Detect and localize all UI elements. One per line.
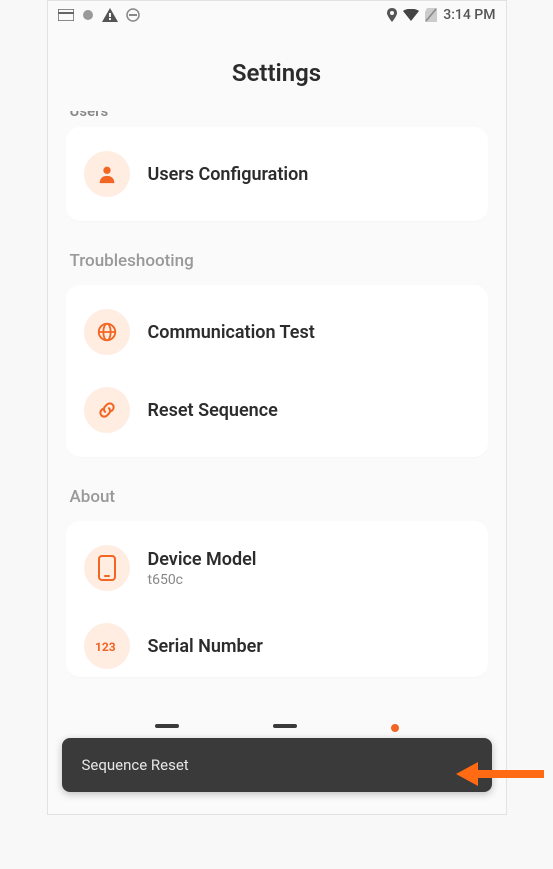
dot-icon (82, 9, 94, 21)
status-bar: 3:14 PM (48, 1, 506, 29)
location-icon (387, 8, 397, 22)
troubleshooting-card: Communication Test Reset Sequence (66, 285, 488, 457)
item-subtitle: t650c (148, 572, 470, 588)
wifi-icon (403, 9, 419, 21)
phone-frame: 3:14 PM Settings Users Users Configurati… (47, 0, 507, 815)
link-icon (84, 387, 130, 433)
nav-indicator (155, 724, 179, 728)
device-icon (84, 545, 130, 591)
annotation-arrow-icon (456, 756, 546, 796)
warning-icon (102, 8, 118, 22)
nav-indicator-active (391, 724, 399, 732)
card-icon (58, 9, 74, 21)
item-title: Communication Test (148, 322, 470, 343)
reset-sequence-item[interactable]: Reset Sequence (66, 371, 488, 449)
device-model-item[interactable]: Device Model t650c (66, 529, 488, 607)
no-sim-icon (425, 8, 437, 22)
nav-indicator (273, 724, 297, 728)
item-title: Users Configuration (148, 164, 470, 185)
section-label-about: About (70, 487, 488, 507)
globe-icon (84, 309, 130, 355)
user-icon (84, 151, 130, 197)
dnd-icon (126, 8, 140, 22)
section-label-troubleshooting: Troubleshooting (70, 251, 488, 271)
toast-text: Sequence Reset (82, 756, 189, 774)
about-card: Device Model t650c 123 Serial Number (66, 521, 488, 677)
number-icon: 123 (84, 623, 130, 669)
item-title: Reset Sequence (148, 400, 470, 421)
item-title: Device Model (148, 549, 470, 570)
users-card: Users Configuration (66, 127, 488, 221)
page-title: Settings (48, 59, 506, 87)
communication-test-item[interactable]: Communication Test (66, 293, 488, 371)
content-area: Users Users Configuration Troubleshootin… (48, 111, 506, 804)
users-configuration-item[interactable]: Users Configuration (66, 135, 488, 213)
status-time: 3:14 PM (443, 7, 495, 23)
serial-number-item[interactable]: 123 Serial Number (66, 607, 488, 669)
section-label-users-cut: Users (70, 111, 488, 119)
bottom-nav-hint (48, 724, 506, 738)
toast-message: Sequence Reset (62, 738, 492, 792)
svg-text:123: 123 (95, 640, 116, 653)
item-title: Serial Number (148, 636, 470, 657)
page-header: Settings (48, 29, 506, 111)
